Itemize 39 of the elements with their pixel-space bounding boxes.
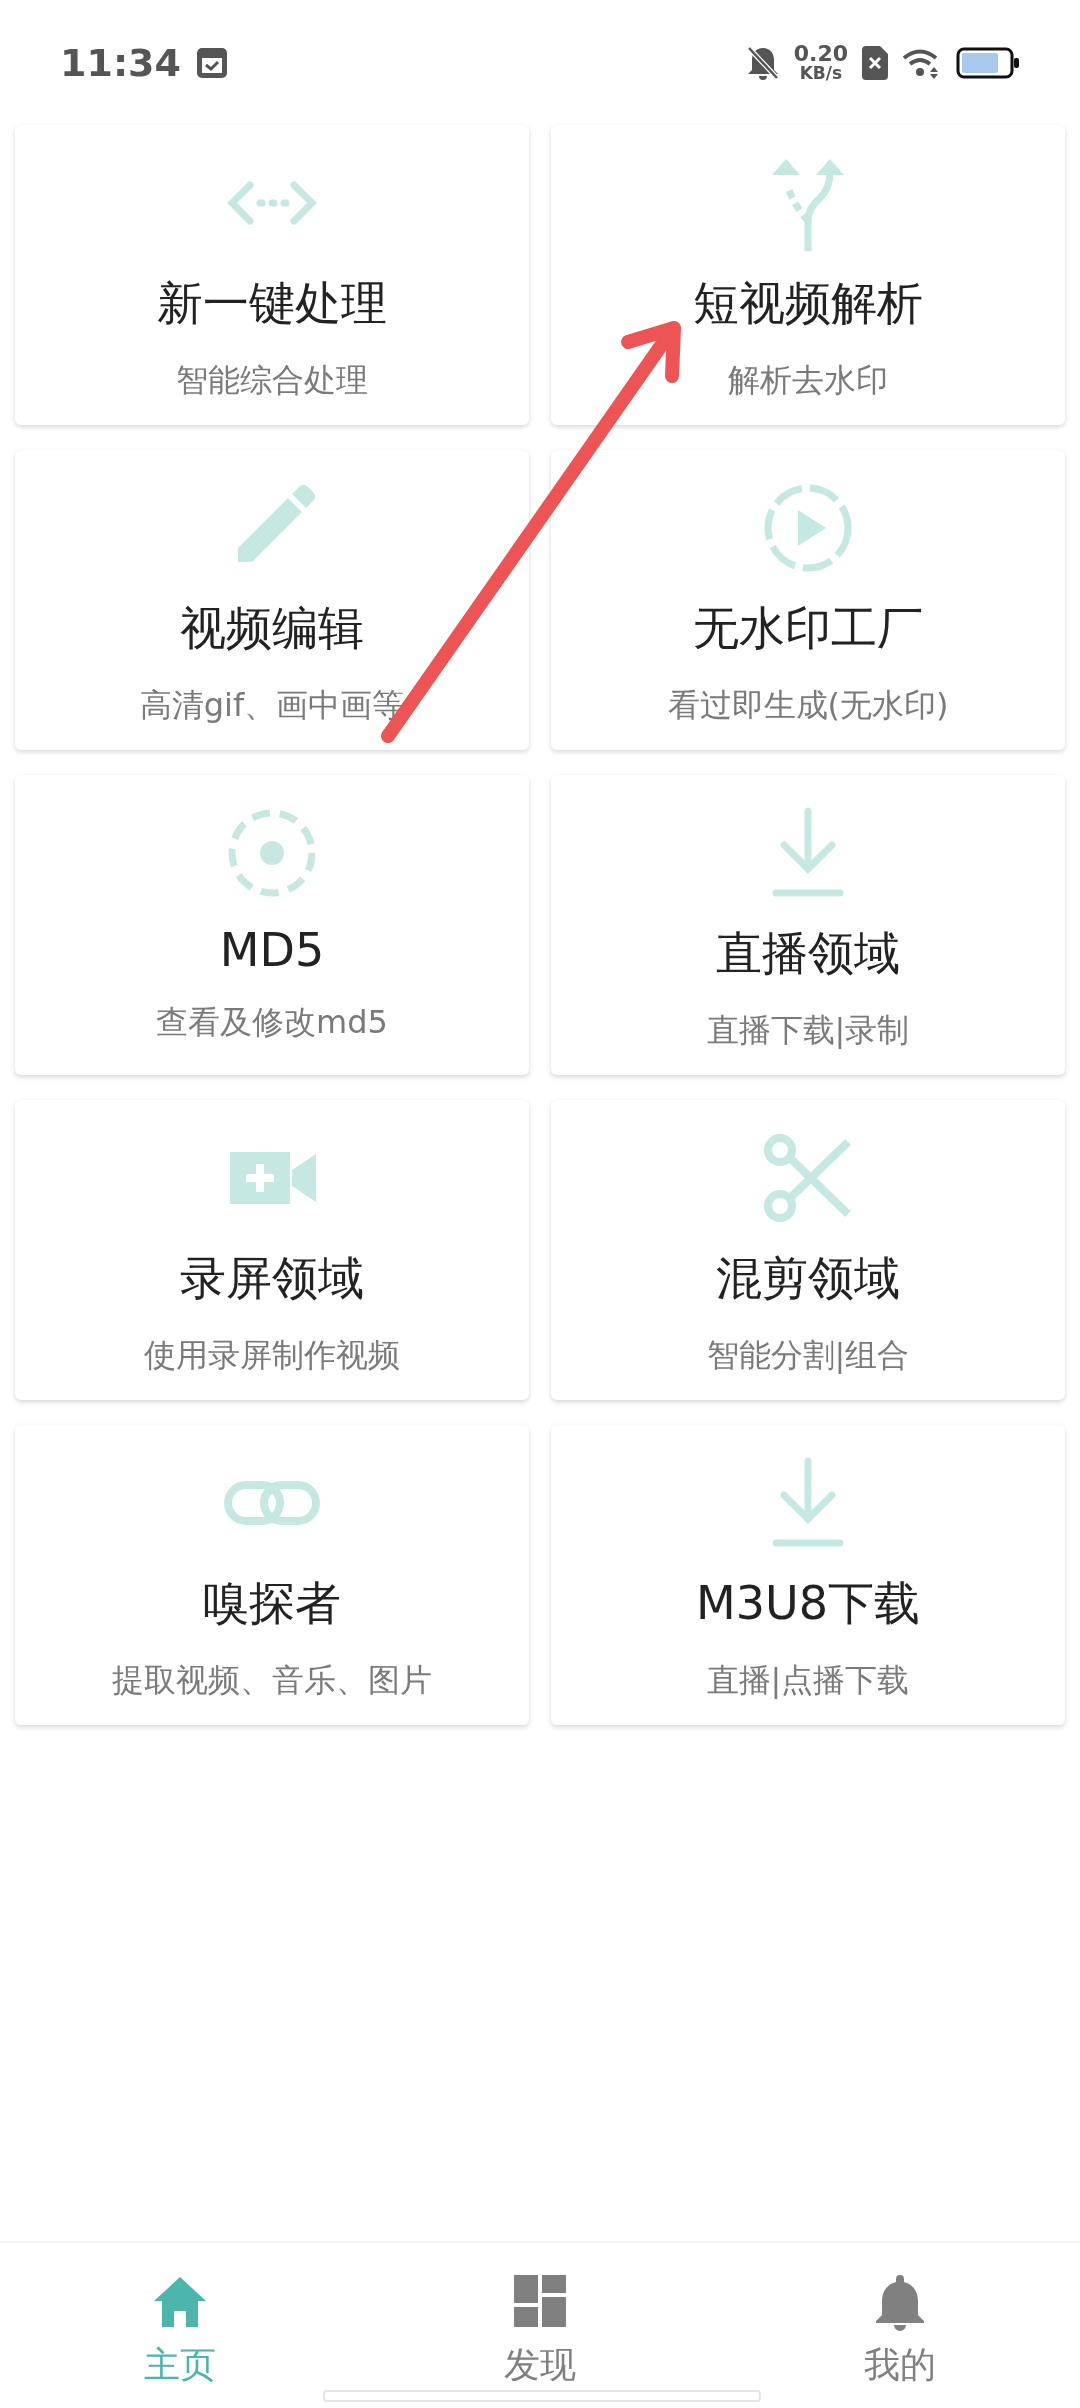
feature-card[interactable]: 新一键处理 智能综合处理 — [15, 125, 529, 425]
card-subtitle: 智能分割|组合 — [706, 1335, 910, 1376]
feature-card[interactable]: 无水印工厂 看过即生成(无水印) — [551, 450, 1065, 750]
feature-card[interactable]: M3U8下载 直播|点播下载 — [551, 1425, 1065, 1725]
card-subtitle: 高清gif、画中画等 — [139, 685, 405, 726]
feature-card[interactable]: 短视频解析 解析去水印 — [551, 125, 1065, 425]
network-speed-unit: KB/s — [799, 65, 843, 82]
card-subtitle: 使用录屏制作视频 — [144, 1335, 400, 1376]
calendar-check-icon — [194, 45, 229, 80]
sim-card-icon — [862, 45, 888, 80]
feature-card[interactable]: 视频编辑 高清gif、画中画等 — [15, 450, 529, 750]
nav-tab[interactable]: 我的 — [864, 2341, 936, 2390]
card-subtitle: 提取视频、音乐、图片 — [112, 1660, 432, 1701]
feature-card[interactable]: 直播领域 直播下载|录制 — [551, 775, 1065, 1075]
card-subtitle: 直播下载|录制 — [706, 1010, 910, 1051]
card-subtitle: 解析去水印 — [728, 360, 888, 401]
card-title: 录屏领域 — [180, 1250, 364, 1307]
clock-time: 11:34 — [60, 40, 181, 85]
bell-muted-icon — [745, 44, 780, 81]
card-subtitle: 看过即生成(无水印) — [667, 685, 949, 726]
card-subtitle: 直播|点播下载 — [706, 1660, 910, 1701]
card-title: 混剪领域 — [716, 1250, 900, 1307]
card-subtitle: 查看及修改md5 — [156, 1002, 388, 1043]
nav-tab[interactable]: 发现 — [504, 2341, 576, 2390]
feature-card[interactable]: 嗅探者 提取视频、音乐、图片 — [15, 1425, 529, 1725]
card-subtitle: 智能综合处理 — [176, 360, 368, 401]
card-title: 直播领域 — [716, 925, 900, 982]
card-title: 嗅探者 — [203, 1575, 341, 1632]
network-speed-value: 0.20 — [793, 43, 848, 65]
battery-icon — [956, 46, 1020, 79]
card-title: 视频编辑 — [180, 600, 364, 657]
feature-card[interactable]: 混剪领域 智能分割|组合 — [551, 1100, 1065, 1400]
card-title: M3U8下载 — [696, 1575, 920, 1632]
feature-card[interactable]: 录屏领域 使用录屏制作视频 — [15, 1100, 529, 1400]
feature-card[interactable]: MD5 查看及修改md5 — [15, 775, 529, 1075]
card-title: 新一键处理 — [157, 275, 387, 332]
card-title: MD5 — [219, 923, 325, 977]
card-title: 无水印工厂 — [693, 600, 923, 657]
card-title: 短视频解析 — [693, 275, 923, 332]
